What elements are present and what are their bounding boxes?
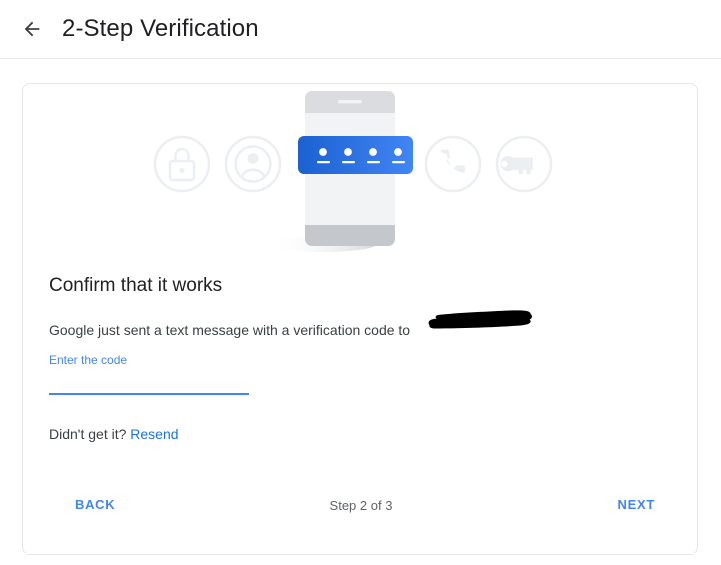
arrow-left-icon[interactable] [20,17,44,41]
card-footer: BACK Step 2 of 3 NEXT [23,472,699,554]
verification-content: Confirm that it works Google just sent a… [49,274,673,444]
code-input[interactable] [49,370,249,392]
verification-illustration [23,84,699,262]
resend-row: Didn't get it? Resend [49,424,673,444]
two-step-verification-page: 2-Step Verification Confirm that it work… [0,0,721,565]
key-icon [495,135,553,193]
code-input-label: Enter the code [49,353,128,367]
step-indicator: Step 2 of 3 [329,498,393,513]
lock-icon [153,135,211,193]
page-header: 2-Step Verification [0,0,721,59]
page-heading: Confirm that it works [49,275,223,296]
page-title: 2-Step Verification [62,15,259,42]
verification-card: Confirm that it works Google just sent a… [22,83,698,555]
call-icon [424,135,482,193]
next-button[interactable]: NEXT [618,497,655,512]
resend-prompt: Didn't get it? [49,426,127,442]
resend-link[interactable]: Resend [130,426,178,442]
code-input-underline [49,393,249,395]
description-text: Google just sent a text message with a v… [49,322,411,338]
account-circle-icon [224,135,282,193]
code-input-group: Enter the code [49,352,249,404]
redacted-phone-number [426,308,534,334]
verification-description: Google just sent a text message with a v… [49,310,673,340]
code-entry-bar [298,136,413,174]
